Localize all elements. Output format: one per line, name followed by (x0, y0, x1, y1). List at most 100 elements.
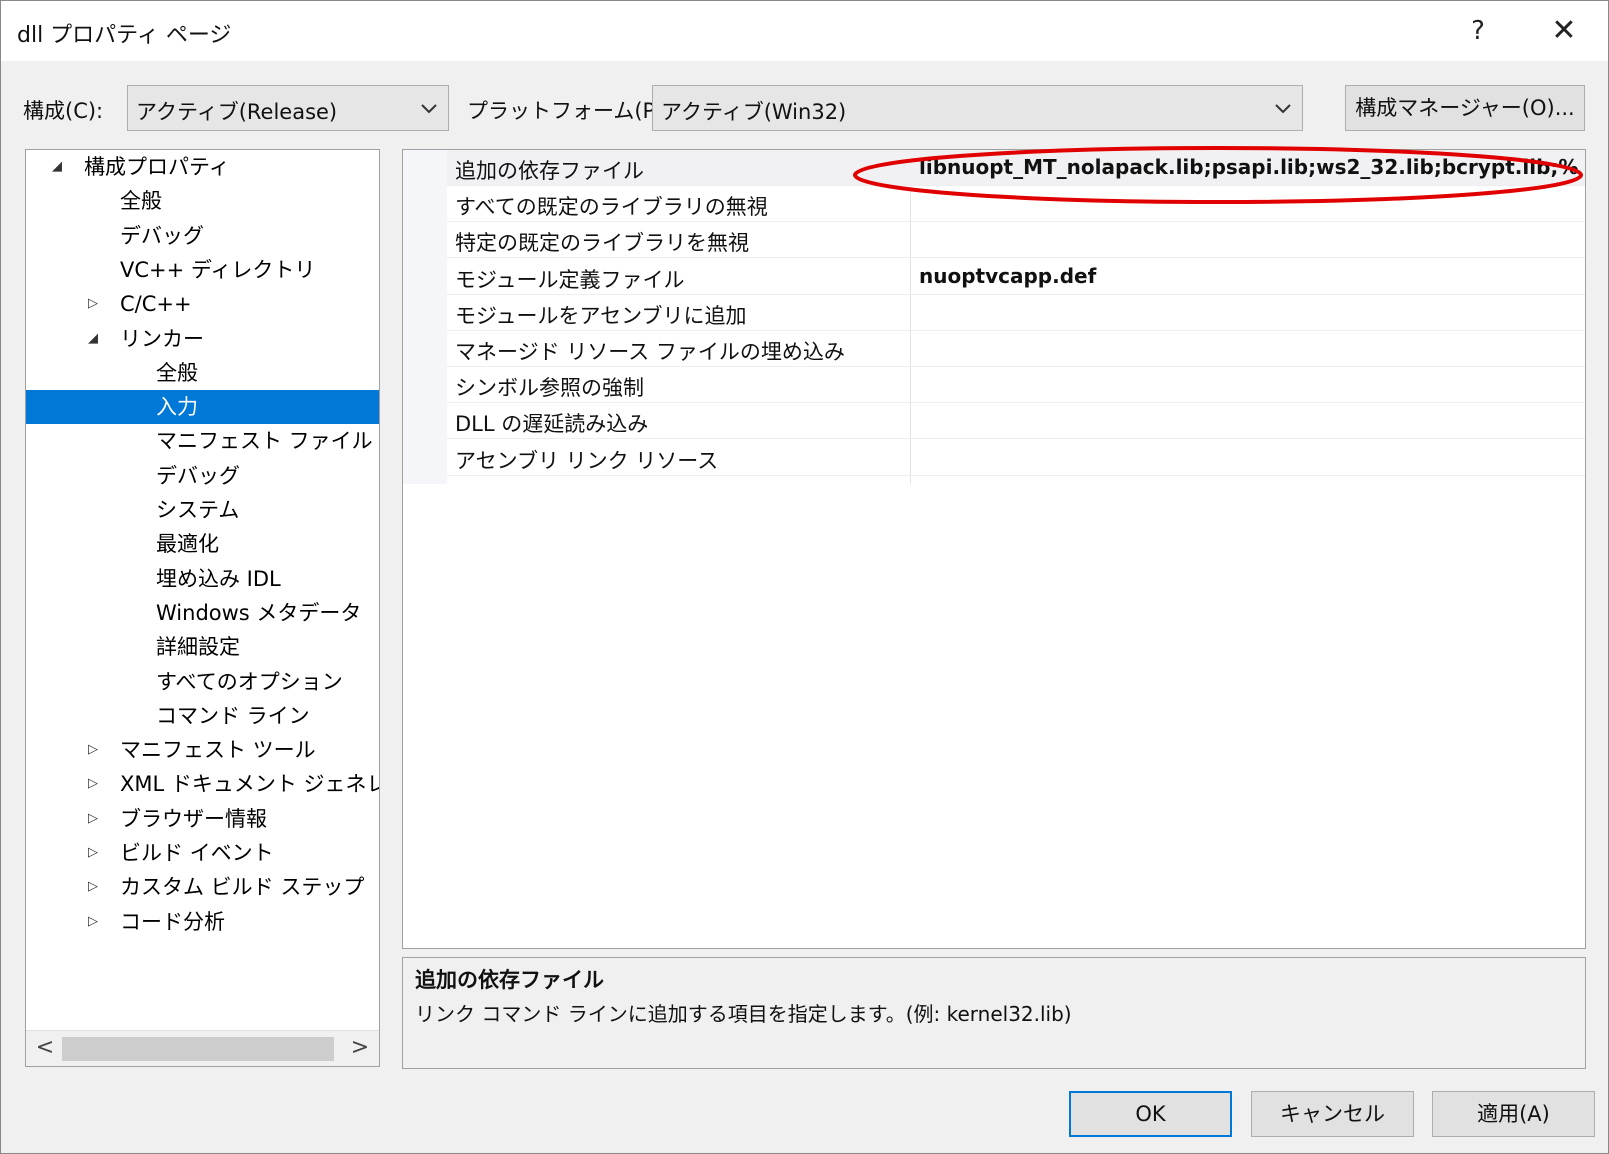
expand-arrow-icon[interactable]: ▷ (85, 836, 101, 870)
tree-item[interactable]: ▷ ビルド イベント (26, 836, 379, 870)
expand-arrow-icon[interactable]: ▷ (85, 802, 101, 836)
tree-item-label: リンカー (120, 326, 204, 351)
description-title: 追加の依存ファイル (415, 968, 604, 992)
config-combobox[interactable]: アクティブ(Release) (127, 85, 449, 131)
scroll-right-arrow-icon[interactable]: > (347, 1035, 373, 1061)
tree-item[interactable]: 埋め込み IDL (26, 562, 379, 596)
tree-item[interactable]: 全般 (26, 356, 379, 390)
property-name: シンボル参照の強制 (455, 376, 644, 401)
property-value[interactable]: nuoptvcapp.def (919, 264, 1579, 288)
chevron-down-icon (421, 104, 437, 114)
tree-item[interactable]: ▷ コード分析 (26, 905, 379, 939)
tree-item-label: 構成プロパティ (84, 155, 230, 179)
description-text: リンク コマンド ラインに追加する項目を指定します。(例: kernel32.l… (415, 1002, 1072, 1026)
property-row[interactable]: モジュール定義ファイル nuoptvcapp.def (447, 259, 1585, 295)
property-row[interactable]: アセンブリ リンク リソース (447, 440, 1585, 476)
tree-item[interactable]: ▷ ブラウザー情報 (26, 802, 379, 836)
tree-item[interactable]: 詳細設定 (26, 630, 379, 664)
property-tree: ◢ 構成プロパティ 全般 デバッグ VC++ ディレクトリ ▷ C/C++ ◢ リンカー 全般 入力… (25, 149, 380, 1067)
property-name: 追加の依存ファイル (455, 159, 644, 183)
tree-item[interactable]: デバッグ (26, 219, 379, 253)
scrollbar-thumb[interactable] (62, 1037, 334, 1061)
tree-item[interactable]: 最適化 (26, 527, 379, 561)
platform-combobox[interactable]: アクティブ(Win32) (652, 85, 1303, 131)
tree-item[interactable]: ◢ 構成プロパティ (26, 150, 379, 184)
tree-item[interactable]: デバッグ (26, 459, 379, 493)
property-name: モジュール定義ファイル (455, 267, 685, 292)
ok-button[interactable]: OK (1069, 1091, 1232, 1137)
tree-item-label: システム (156, 498, 240, 522)
close-button[interactable]: ✕ (1539, 11, 1589, 51)
tree-item-label: カスタム ビルド ステップ (120, 875, 365, 900)
tree-item[interactable]: マニフェスト ファイル (26, 424, 379, 458)
column-divider[interactable] (910, 186, 911, 484)
description-panel: 追加の依存ファイル リンク コマンド ラインに追加する項目を指定します。(例: … (402, 957, 1586, 1069)
property-row[interactable]: 特定の既定のライブラリを無視 (447, 222, 1585, 259)
config-manager-button[interactable]: 構成マネージャー(O)... (1345, 85, 1585, 131)
tree-item-label: 詳細設定 (156, 635, 240, 660)
tree-horizontal-scrollbar[interactable]: < > (26, 1030, 379, 1066)
property-grid: 追加の依存ファイル libnuopt_MT_nolapack.lib;psapi.… (402, 149, 1586, 949)
property-row[interactable]: DLL の遅延読み込み (447, 403, 1585, 440)
tree-item[interactable]: ◢ リンカー (26, 322, 379, 356)
tree-item-label: 入力 (156, 395, 198, 420)
property-row[interactable]: シンボル参照の強制 (447, 367, 1585, 404)
property-row[interactable]: モジュールをアセンブリに追加 (447, 295, 1585, 331)
platform-label: プラットフォーム(P): (467, 99, 671, 123)
property-row[interactable]: すべての既定のライブラリの無視 (447, 186, 1585, 223)
tree-item-label: C/C++ (120, 292, 192, 317)
collapse-arrow-icon[interactable]: ◢ (85, 322, 101, 356)
tree-item-label: コマンド ライン (156, 703, 310, 728)
tree-item-label: Windows メタデータ (156, 600, 362, 625)
tree-item[interactable]: ▷ C/C++ (26, 287, 379, 321)
config-value: アクティブ(Release) (136, 100, 338, 124)
tree-item-label: コード分析 (120, 909, 225, 934)
property-row[interactable]: マネージド リソース ファイルの埋め込み (447, 331, 1585, 367)
tree-item[interactable]: Windows メタデータ (26, 596, 379, 630)
config-label: 構成(C): (23, 99, 104, 123)
property-value[interactable]: libnuopt_MT_nolapack.lib;psapi.lib;ws2_3… (919, 155, 1579, 179)
tree-item[interactable]: システム (26, 493, 379, 527)
expand-arrow-icon[interactable]: ▷ (85, 733, 101, 767)
chevron-down-icon (1275, 104, 1291, 114)
tree-item[interactable]: すべてのオプション (26, 665, 379, 699)
platform-value: アクティブ(Win32) (661, 100, 847, 124)
expand-arrow-icon[interactable]: ▷ (85, 287, 101, 321)
tree-item-label: マニフェスト ツール (120, 738, 316, 763)
grid-gutter (403, 150, 447, 484)
cancel-button[interactable]: キャンセル (1251, 1091, 1414, 1137)
tree-item-label: 全般 (120, 189, 162, 214)
property-name: すべての既定のライブラリの無視 (455, 195, 768, 220)
tree-item-label: 最適化 (156, 532, 219, 557)
tree-item-label: ビルド イベント (120, 841, 274, 865)
expand-arrow-icon[interactable]: ▷ (85, 870, 101, 904)
tree-item-label: 埋め込み IDL (156, 566, 281, 591)
tree-item[interactable]: ▷ マニフェスト ツール (26, 733, 379, 767)
tree-item[interactable]: 入力 (26, 390, 379, 425)
property-name: モジュールをアセンブリに追加 (455, 303, 747, 328)
tree-item-label: デバッグ (120, 223, 204, 248)
collapse-arrow-icon[interactable]: ◢ (49, 150, 65, 184)
title-bar: dll プロパティ ページ ? ✕ (1, 1, 1608, 61)
tree-item-label: すべてのオプション (156, 669, 343, 694)
tree-item[interactable]: ▷ XML ドキュメント ジェネレーター (26, 767, 379, 801)
expand-arrow-icon[interactable]: ▷ (85, 905, 101, 939)
property-name: マネージド リソース ファイルの埋め込み (455, 340, 845, 364)
tree-item-label: XML ドキュメント ジェネレーター (120, 772, 379, 797)
tree-item-label: ブラウザー情報 (120, 806, 267, 831)
tree-item-label: マニフェスト ファイル (156, 429, 373, 454)
property-row[interactable]: 追加の依存ファイル libnuopt_MT_nolapack.lib;psapi.… (447, 150, 1585, 186)
tree-item[interactable]: ▷ カスタム ビルド ステップ (26, 870, 379, 904)
tree-item[interactable]: VC++ ディレクトリ (26, 253, 379, 287)
tree-item-label: 全般 (156, 360, 198, 385)
scroll-left-arrow-icon[interactable]: < (32, 1035, 58, 1061)
help-button[interactable]: ? (1453, 11, 1503, 51)
property-name: アセンブリ リンク リソース (455, 448, 719, 473)
tree-item[interactable]: 全般 (26, 184, 379, 218)
property-pages-dialog: dll プロパティ ページ ? ✕ 構成(C): アクティブ(Release) … (0, 0, 1609, 1154)
tree-item[interactable]: コマンド ライン (26, 699, 379, 733)
expand-arrow-icon[interactable]: ▷ (85, 767, 101, 801)
apply-button[interactable]: 適用(A) (1432, 1091, 1595, 1137)
property-name: DLL の遅延読み込み (455, 412, 649, 437)
tree-item-label: VC++ ディレクトリ (120, 257, 316, 282)
